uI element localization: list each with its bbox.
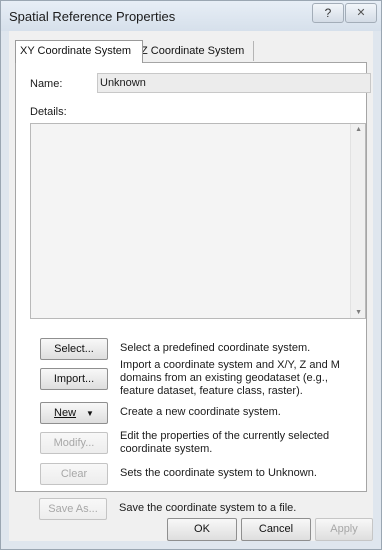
save-as-description: Save the coordinate system to a file.	[119, 502, 297, 514]
details-textbox[interactable]: ▲ ▼	[30, 123, 366, 319]
tab-xy-coordinate-system[interactable]: XY Coordinate System	[15, 40, 143, 63]
spatial-reference-dialog: Spatial Reference Properties ? ✕ XY Coor…	[0, 0, 382, 550]
import-description: Import a coordinate system and X/Y, Z an…	[120, 359, 340, 397]
dialog-client-area: XY Coordinate System Z Coordinate System…	[9, 31, 373, 541]
select-description: Select a predefined coordinate system.	[120, 342, 311, 354]
import-button[interactable]: Import...	[40, 368, 108, 390]
name-label: Name:	[30, 78, 63, 90]
panel-spacer	[9, 490, 373, 491]
tab-strip: XY Coordinate System Z Coordinate System	[15, 40, 367, 63]
save-as-button[interactable]: Save As...	[39, 498, 107, 520]
apply-button[interactable]: Apply	[315, 518, 373, 541]
ok-button[interactable]: OK	[167, 518, 237, 541]
xy-coordinate-panel: Name: Unknown Details: ▲ ▼ Select... Sel…	[15, 62, 371, 492]
name-field: Unknown	[97, 73, 371, 93]
new-button[interactable]: New ▼	[40, 402, 108, 424]
cancel-button[interactable]: Cancel	[241, 518, 311, 541]
help-button[interactable]: ?	[312, 3, 344, 23]
new-description: Create a new coordinate system.	[120, 406, 281, 418]
scroll-down-arrow-icon[interactable]: ▼	[355, 309, 362, 316]
select-button[interactable]: Select...	[40, 338, 108, 360]
clear-description: Sets the coordinate system to Unknown.	[120, 467, 317, 479]
dropdown-arrow-icon: ▼	[86, 409, 94, 418]
modify-description: Edit the properties of the currently sel…	[120, 430, 330, 455]
new-button-label: New	[54, 407, 77, 419]
clear-button[interactable]: Clear	[40, 463, 108, 485]
title-bar: Spatial Reference Properties ? ✕	[1, 1, 381, 31]
modify-button[interactable]: Modify...	[40, 432, 108, 454]
window-title: Spatial Reference Properties	[9, 9, 176, 24]
details-scrollbar[interactable]: ▲ ▼	[350, 124, 365, 318]
scroll-up-arrow-icon[interactable]: ▲	[355, 126, 362, 133]
details-label: Details:	[30, 106, 67, 118]
close-button[interactable]: ✕	[345, 3, 377, 23]
tab-z-coordinate-system[interactable]: Z Coordinate System	[136, 41, 254, 61]
